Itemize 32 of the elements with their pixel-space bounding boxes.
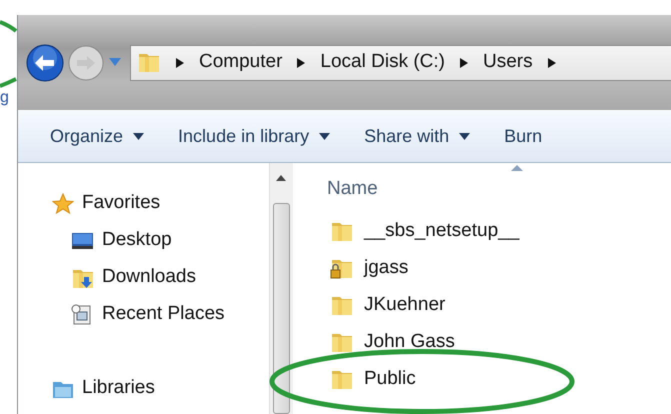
dropdown-arrow-icon <box>108 57 122 68</box>
star-icon <box>52 192 74 214</box>
sidebar-item[interactable]: Desktop <box>18 222 269 259</box>
caret-icon <box>546 56 557 68</box>
sidebar-item[interactable]: Recent Places <box>18 296 269 333</box>
breadcrumb[interactable]: Users <box>483 48 533 77</box>
breadcrumb[interactable]: Local Disk (C:) <box>320 48 445 77</box>
scrollbar[interactable] <box>269 163 293 414</box>
sidebar-group[interactable]: Favorites <box>18 185 269 222</box>
file-item[interactable]: Public <box>327 361 671 398</box>
caret-icon <box>175 56 185 68</box>
scroll-up-icon <box>276 175 286 181</box>
breadcrumb[interactable]: Computer <box>199 48 282 77</box>
sidebar-group[interactable]: Libraries <box>18 370 269 407</box>
toolbar-button[interactable]: Include in library <box>178 123 330 150</box>
caret-icon <box>296 56 306 68</box>
toolbar-button[interactable]: Share with <box>364 123 470 150</box>
caret-icon <box>459 56 469 68</box>
annotation-curve <box>0 77 17 88</box>
column-header[interactable]: Name <box>327 165 671 213</box>
sidebar-item[interactable]: Downloads <box>18 259 269 296</box>
scrollbar-thumb[interactable] <box>273 203 290 414</box>
file-item[interactable]: __sbs_netsetup__ <box>327 213 671 250</box>
file-item[interactable]: JKuehner <box>327 287 671 324</box>
toolbar-button[interactable]: Organize <box>50 123 144 150</box>
annotation-curve <box>0 20 18 33</box>
back-button[interactable] <box>26 44 64 82</box>
address-bar[interactable]: Computer Local Disk (C:) Users <box>130 44 671 80</box>
toolbar-button[interactable]: Burn <box>504 123 542 150</box>
link-text[interactable]: g <box>0 90 9 106</box>
file-item[interactable]: jgass <box>327 250 671 287</box>
file-item[interactable]: John Gass <box>327 324 671 361</box>
